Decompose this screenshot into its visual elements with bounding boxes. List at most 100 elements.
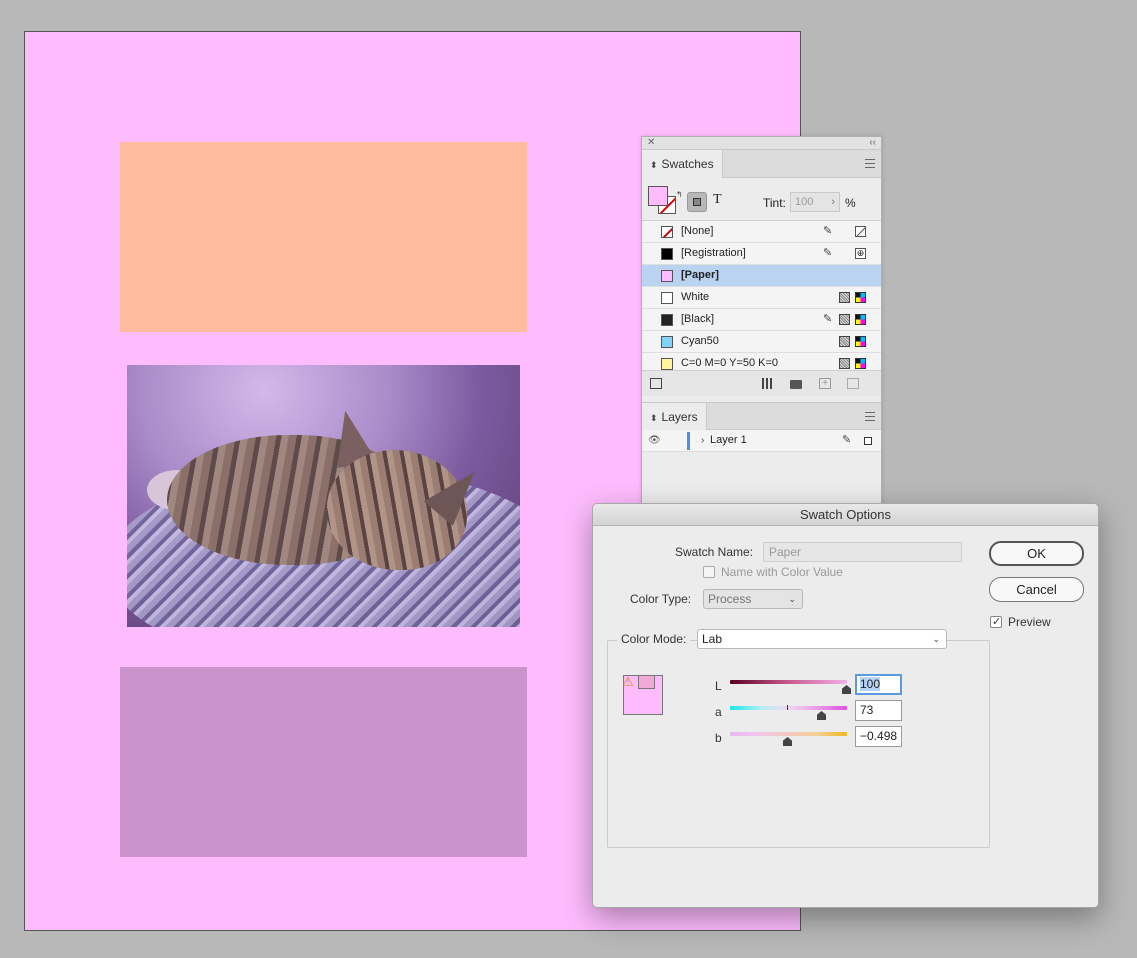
selection-square-icon[interactable] xyxy=(864,437,872,445)
b-value-field[interactable]: −0.498 xyxy=(855,726,902,747)
tab-swatches[interactable]: ⬍ Swatches xyxy=(642,150,723,178)
swatches-layers-panel: ✕ ‹‹ ⬍ Swatches ↰ T Tint: 100 › % [None] ✎… xyxy=(641,136,882,508)
swatch-view-icon[interactable] xyxy=(762,378,774,389)
out-of-gamut-warning-icon[interactable]: ⚠ xyxy=(622,675,634,689)
swap-arrow-icon[interactable]: ↰ xyxy=(676,190,683,199)
swatch-name-label: Swatch Name: xyxy=(675,545,754,559)
close-icon[interactable]: ✕ xyxy=(647,137,655,148)
ok-button[interactable]: OK xyxy=(989,541,1084,566)
swatch-controls: ↰ T Tint: 100 › % xyxy=(642,178,881,220)
swatch-name: [Registration] xyxy=(681,247,746,259)
swatch-chip xyxy=(661,358,673,370)
swatch-list: [None] ✎ [Registration] ✎ ⊕ [Paper] Whit… xyxy=(642,220,881,375)
panel-menu-icon[interactable] xyxy=(865,159,875,168)
no-edit-icon: ✎ xyxy=(823,225,833,237)
fill-swatch[interactable] xyxy=(648,186,668,206)
process-type-icon xyxy=(839,314,850,325)
tint-unit: % xyxy=(845,196,856,210)
registration-icon: ⊕ xyxy=(855,248,866,259)
cmyk-mode-icon xyxy=(855,336,866,347)
layer-name: Layer 1 xyxy=(710,434,747,446)
swatch-row-black[interactable]: [Black] ✎ xyxy=(642,309,881,331)
color-mode-value: Lab xyxy=(702,632,723,646)
visibility-eye-icon[interactable]: 👁 xyxy=(648,430,661,451)
tab-layers[interactable]: ⬍ Layers xyxy=(642,403,707,431)
a-slider-center-tick xyxy=(787,705,788,710)
swatch-chip xyxy=(661,270,673,282)
l-value: 100 xyxy=(860,677,881,691)
preview-label: Preview xyxy=(1008,615,1051,629)
a-value-field[interactable]: 73 xyxy=(855,700,902,721)
layer-color-bar xyxy=(687,432,690,450)
swatch-options-dialog: Swatch Options Swatch Name: Paper Name w… xyxy=(592,503,1099,908)
formatting-text-button[interactable]: T xyxy=(713,192,722,208)
channel-b-label: b xyxy=(715,731,722,745)
panel-menu-icon[interactable] xyxy=(865,412,875,421)
pen-icon: ✎ xyxy=(842,434,852,446)
swatch-name: [Black] xyxy=(681,313,715,325)
color-type-value: Process xyxy=(708,592,752,606)
swatch-chip xyxy=(661,226,673,238)
name-with-color-value-label: Name with Color Value xyxy=(721,565,843,579)
process-type-icon xyxy=(839,292,850,303)
new-color-group-icon[interactable] xyxy=(790,380,802,389)
channel-a-label: a xyxy=(715,705,722,719)
tint-field[interactable]: 100 › xyxy=(790,192,840,212)
cmyk-mode-icon xyxy=(855,358,866,369)
tint-label: Tint: xyxy=(763,196,786,210)
swatch-chip xyxy=(661,336,673,348)
b-slider-track[interactable] xyxy=(730,732,847,736)
layer-row[interactable]: 👁 › Layer 1 ✎ xyxy=(642,430,881,452)
process-type-icon xyxy=(839,336,850,347)
chevron-right-icon[interactable]: › xyxy=(701,430,704,451)
chevron-right-icon[interactable]: › xyxy=(831,193,835,211)
swatch-row-cyan50[interactable]: Cyan50 xyxy=(642,331,881,353)
panel-titlebar: ✕ ‹‹ xyxy=(642,137,881,150)
swatch-name-field[interactable]: Paper xyxy=(763,542,962,562)
kitten-photo[interactable] xyxy=(127,365,520,627)
preview-checkbox[interactable] xyxy=(990,615,1002,628)
l-value-field[interactable]: 100 xyxy=(855,674,902,695)
delete-swatch-icon[interactable] xyxy=(847,378,859,389)
updown-arrows-icon: ⬍ xyxy=(650,413,658,423)
formatting-container-button[interactable] xyxy=(687,192,707,212)
cmyk-mode-icon xyxy=(855,292,866,303)
cancel-button[interactable]: Cancel xyxy=(989,577,1084,602)
color-type-label: Color Type: xyxy=(630,592,692,606)
channel-l-label: L xyxy=(715,679,722,693)
color-mode-label: Color Mode: xyxy=(617,632,691,646)
swatch-row-paper[interactable]: [Paper] xyxy=(642,265,881,287)
collapse-icon[interactable]: ‹‹ xyxy=(869,137,876,148)
swatch-row-white[interactable]: White xyxy=(642,287,881,309)
swatch-row-none[interactable]: [None] ✎ xyxy=(642,221,881,243)
swatches-tabbar: ⬍ Swatches xyxy=(642,150,881,178)
swatch-chip xyxy=(661,314,673,326)
layers-tabbar: ⬍ Layers xyxy=(642,402,881,431)
updown-arrows-icon: ⬍ xyxy=(650,160,658,170)
color-type-select[interactable]: Process ⌄ xyxy=(703,589,803,609)
a-slider-track[interactable] xyxy=(730,706,847,710)
swatch-name: [Paper] xyxy=(681,269,719,281)
tab-swatches-label: Swatches xyxy=(661,157,714,171)
color-mode-select[interactable]: Lab ⌄ xyxy=(697,629,947,649)
dialog-title: Swatch Options xyxy=(593,504,1098,526)
swatch-name: Cyan50 xyxy=(681,335,719,347)
l-slider-track[interactable] xyxy=(730,680,847,684)
color-mode-group xyxy=(607,640,990,848)
chevron-down-icon: ⌄ xyxy=(932,634,940,644)
no-edit-icon: ✎ xyxy=(823,313,833,325)
cmyk-mode-icon xyxy=(855,314,866,325)
show-swatch-kinds-icon[interactable] xyxy=(650,378,662,389)
swatch-panel-footer: + xyxy=(642,370,881,396)
orange-rectangle[interactable] xyxy=(120,142,527,332)
fill-stroke-selector[interactable]: ↰ xyxy=(648,186,683,216)
mauve-rectangle[interactable] xyxy=(120,667,527,857)
chevron-down-icon: ⌄ xyxy=(788,594,796,604)
process-type-icon xyxy=(839,358,850,369)
swatch-row-registration[interactable]: [Registration] ✎ ⊕ xyxy=(642,243,881,265)
no-edit-icon: ✎ xyxy=(823,247,833,259)
color-preview-out-of-gamut xyxy=(638,675,655,689)
new-swatch-icon[interactable]: + xyxy=(819,378,831,389)
name-with-color-value-checkbox[interactable] xyxy=(703,566,715,578)
swatch-name: White xyxy=(681,291,710,303)
